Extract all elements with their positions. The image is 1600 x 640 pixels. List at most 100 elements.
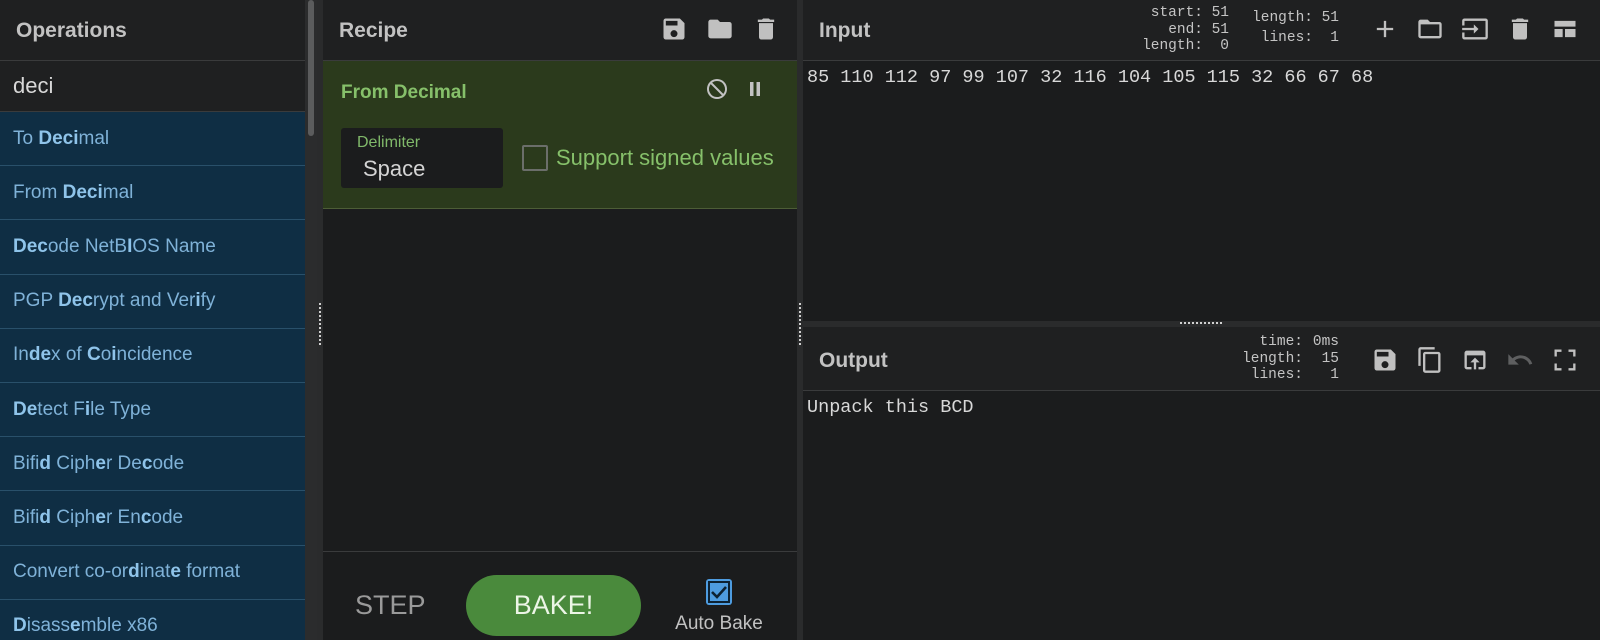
load-recipe-folder-icon[interactable] xyxy=(705,14,735,44)
support-signed-checkbox[interactable]: Support signed values xyxy=(522,145,774,171)
input-selection-stats: start: 51 end: 51 length: 0 xyxy=(1142,5,1229,54)
operation-label-segment: Deci xyxy=(38,127,79,149)
operation-name: From Decimal xyxy=(341,82,467,103)
operation-label-segment: Bifi xyxy=(13,452,40,474)
auto-bake-label: Auto Bake xyxy=(675,613,763,634)
operation-label-segment: Dec xyxy=(13,235,48,257)
clear-input-trash-icon[interactable] xyxy=(1505,14,1535,44)
operation-list-item[interactable]: Bifi d Ciph e r De c ode xyxy=(0,437,305,492)
input-length: 51 xyxy=(1321,10,1339,26)
operations-panel: Operations To DecimalFrom DecimalDecode … xyxy=(0,0,306,640)
operation-label-segment: e xyxy=(170,561,181,583)
operation-label-segment: c xyxy=(140,506,152,528)
operations-header: Operations xyxy=(0,0,306,61)
input-title: Input xyxy=(819,19,871,42)
operation-list-item[interactable]: From Deci mal xyxy=(0,166,305,221)
operation-label-segment: mal xyxy=(102,181,134,203)
input-length-stats: length: 51 lines: 1 xyxy=(1252,10,1339,46)
save-output-icon[interactable] xyxy=(1370,345,1400,375)
operation-list-item[interactable]: Convert co-or d inat e format xyxy=(0,545,305,600)
undo-icon[interactable] xyxy=(1505,345,1535,375)
operation-label-segment: rypt and Ver xyxy=(92,290,196,312)
signed-checkbox-box[interactable] xyxy=(522,145,548,171)
scrollbar-thumb[interactable] xyxy=(308,0,314,136)
recipe-header: Recipe xyxy=(323,0,797,61)
signed-checkbox-label: Support signed values xyxy=(556,145,774,170)
open-file-input-icon[interactable] xyxy=(1460,14,1490,44)
output-length: 15 xyxy=(1321,350,1339,367)
disable-operation-icon[interactable] xyxy=(705,77,729,101)
clear-recipe-trash-icon[interactable] xyxy=(751,14,781,44)
output-title: Output xyxy=(819,349,888,372)
operations-title: Operations xyxy=(16,19,127,42)
recipe-operation-from-decimal[interactable]: From Decimal Delimiter Space Support sig… xyxy=(323,61,797,209)
operation-label-segment: From xyxy=(13,181,63,203)
operation-label-segment: x of xyxy=(51,344,87,366)
copy-output-icon[interactable] xyxy=(1415,345,1445,375)
bake-button[interactable]: BAKE! xyxy=(466,575,641,636)
operation-label-segment: To xyxy=(13,127,39,149)
save-recipe-icon[interactable] xyxy=(659,14,689,44)
operation-label-segment: format xyxy=(180,561,241,583)
operation-label-segment: PGP xyxy=(13,290,59,312)
delimiter-value[interactable]: Space xyxy=(363,156,425,182)
step-button[interactable]: STEP xyxy=(355,590,426,621)
operation-label-segment: Dec xyxy=(58,290,93,312)
input-textarea[interactable]: 85 110 112 97 99 107 32 116 104 105 115 … xyxy=(807,67,1373,88)
open-folder-icon[interactable] xyxy=(1415,14,1445,44)
operation-list-item[interactable]: Bifi d Ciph e r En c ode xyxy=(0,491,305,546)
operations-scrollbar[interactable] xyxy=(305,0,317,640)
recipe-title: Recipe xyxy=(339,19,408,42)
selection-length: 0 xyxy=(1220,38,1229,54)
add-input-tab-icon[interactable] xyxy=(1370,14,1400,44)
recipe-controls: STEP BAKE! Auto Bake xyxy=(323,551,797,640)
operation-list-item[interactable]: PGP Dec rypt and Ver i fy xyxy=(0,274,305,329)
operation-label-segment: c xyxy=(141,452,153,474)
output-stats: time: 0ms length: 15 lines: 1 xyxy=(1242,334,1339,383)
operation-list-item[interactable]: To Deci mal xyxy=(0,112,305,167)
operation-label-segment: de xyxy=(28,344,52,366)
search-input[interactable] xyxy=(0,61,305,111)
pause-breakpoint-icon[interactable] xyxy=(743,77,767,101)
operation-label-segment: ode xyxy=(152,452,185,474)
operation-label-segment: o xyxy=(100,344,112,366)
delimiter-select[interactable]: Delimiter Space xyxy=(341,128,503,188)
operation-label-segment: e xyxy=(95,506,106,528)
operation-label-segment: Deci xyxy=(62,181,103,203)
operation-label-segment: Convert co-or xyxy=(13,561,129,583)
selection-start: 51 xyxy=(1211,5,1229,21)
input-lines: 1 xyxy=(1330,29,1339,46)
operations-list: To Deci mal From Deci mal Dec ode NetB I OS Nam… xyxy=(0,112,305,640)
operation-label-segment: tec xyxy=(37,398,63,420)
operation-label-segment: De xyxy=(13,398,38,420)
auto-bake-toggle[interactable]: Auto Bake xyxy=(675,579,763,635)
operation-label-segment: e xyxy=(70,615,81,637)
operation-list-item[interactable]: In de x of Co i ncidence xyxy=(0,328,305,383)
maximise-output-icon[interactable] xyxy=(1550,345,1580,375)
operation-list-item[interactable]: De tec t Fi le Type xyxy=(0,382,305,438)
output-text[interactable]: Unpack this BCD xyxy=(807,397,974,418)
io-panel: Input start: 51 end: 51 length: 0 length: 51… xyxy=(803,0,1600,640)
replace-input-with-output-icon[interactable] xyxy=(1460,345,1490,375)
operation-list-item[interactable]: Disass e mble x86 xyxy=(0,599,305,640)
operation-label-segment: mble x86 xyxy=(80,615,158,637)
operation-label-segment: fy xyxy=(200,290,216,312)
operation-label-segment: d xyxy=(128,561,140,583)
operation-label-segment: Ciph xyxy=(51,452,96,474)
operation-label-segment: mal xyxy=(78,127,110,149)
operation-list-item[interactable]: Dec ode NetB I OS Name xyxy=(0,220,305,275)
operation-label-segment: le Type xyxy=(90,398,152,420)
operation-label-segment: r De xyxy=(105,452,142,474)
delimiter-label: Delimiter xyxy=(357,134,421,151)
auto-bake-checkbox[interactable] xyxy=(706,579,732,605)
operation-label-segment: D xyxy=(13,615,27,637)
operation-label-segment: Bifi xyxy=(13,506,40,528)
output-lines: 1 xyxy=(1330,367,1339,383)
reset-layout-icon[interactable] xyxy=(1550,14,1580,44)
operation-label-segment: Ciph xyxy=(51,506,96,528)
operations-search[interactable] xyxy=(0,61,305,112)
output-header: Output time: 0ms length: 15 lines: 1 xyxy=(803,327,1600,391)
operation-label-segment: d xyxy=(39,452,52,474)
operation-label-segment: t F xyxy=(62,398,85,420)
operation-label-segment: C xyxy=(86,344,101,366)
